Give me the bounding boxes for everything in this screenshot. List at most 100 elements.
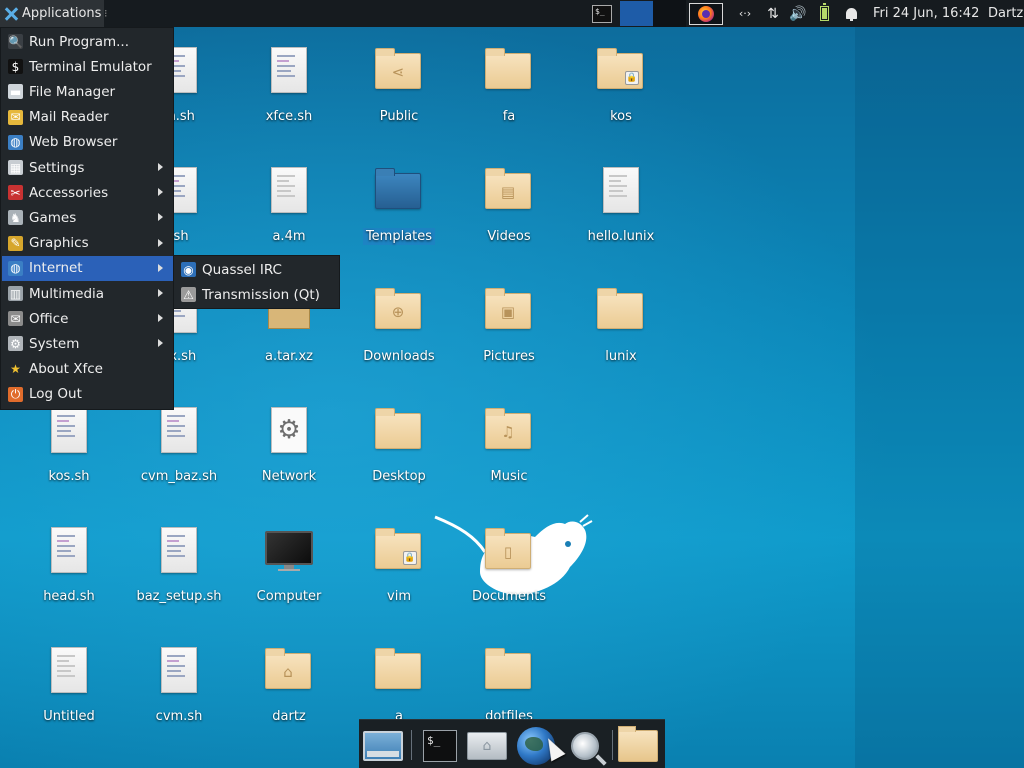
- desktop-icon[interactable]: cvm.sh: [124, 647, 234, 757]
- text-file-icon: [265, 167, 313, 215]
- desktop-icon[interactable]: ⌂ dartz: [234, 647, 344, 757]
- desktop-icon-label: Desktop: [372, 469, 426, 484]
- menu-item-office[interactable]: ✉ Office: [2, 306, 173, 331]
- menu-item-terminal-emulator[interactable]: $ Terminal Emulator: [2, 54, 173, 79]
- internet-submenu: ◉ Quassel IRC ⚠ Transmission (Qt): [173, 255, 340, 309]
- menu-item-label: Accessories: [29, 184, 109, 201]
- firefox-tray-button[interactable]: [688, 0, 724, 27]
- desktop-icon[interactable]: Templates: [344, 167, 454, 277]
- desktop-icon[interactable]: ⋖ Public: [344, 47, 454, 157]
- menu-item-about-xfce[interactable]: ★ About Xfce: [2, 357, 173, 382]
- show-desktop-icon: [363, 731, 403, 761]
- desktop-icon[interactable]: ▣ Pictures: [454, 287, 564, 397]
- submenu-item-quassel-irc[interactable]: ◉ Quassel IRC: [175, 257, 340, 282]
- menu-item-file-manager[interactable]: ▬ File Manager: [2, 79, 173, 104]
- user-menu[interactable]: Dartz: [988, 0, 1023, 27]
- desktop-icon-label: Computer: [256, 589, 322, 604]
- accessories-icon: ✂: [8, 185, 23, 201]
- network-activity-icon[interactable]: ⇅: [762, 0, 784, 27]
- globe-icon: ◍: [8, 134, 23, 150]
- dock-file-manager[interactable]: [618, 726, 658, 764]
- desktop-icon-label: Untitled: [43, 709, 95, 724]
- menu-item-label: Terminal Emulator: [29, 58, 152, 75]
- menu-item-run-program[interactable]: 🔍 Run Program...: [2, 29, 173, 54]
- desktop-icon-label: a.tar.xz: [265, 349, 313, 364]
- menu-item-label: Multimedia: [29, 285, 105, 302]
- menu-item-internet[interactable]: ◍ Internet: [2, 255, 173, 281]
- multimedia-icon: ▥: [8, 286, 23, 301]
- menu-item-mail-reader[interactable]: ✉ Mail Reader: [2, 105, 173, 130]
- internet-icon: ◍: [8, 260, 23, 276]
- script-file-icon: [45, 527, 93, 575]
- desktop-icon[interactable]: 🔒 kos: [566, 47, 676, 157]
- desktop-icon-label: Templates: [362, 228, 436, 245]
- menu-item-multimedia[interactable]: ▥ Multimedia: [2, 281, 173, 306]
- desktop-icon[interactable]: cvm_baz.sh: [124, 407, 234, 517]
- applications-menu-button[interactable]: Applications: [0, 0, 104, 27]
- desktop-icon[interactable]: fa: [454, 47, 564, 157]
- dock-app-finder[interactable]: [565, 728, 605, 764]
- text-file-icon: [597, 167, 645, 215]
- desktop-icon[interactable]: head.sh: [14, 527, 124, 637]
- desktop-icon-label: cvm_baz.sh: [140, 469, 218, 484]
- menu-item-system[interactable]: ⚙ System: [2, 331, 173, 356]
- desktop-icon[interactable]: 🔒 vim: [344, 527, 454, 637]
- menu-item-web-browser[interactable]: ◍ Web Browser: [2, 130, 173, 155]
- folder-icon: ▬: [8, 84, 23, 100]
- desktop-icon[interactable]: baz_setup.sh: [124, 527, 234, 637]
- home-folder-icon: ⌂: [467, 732, 507, 760]
- folder-icon: [597, 287, 645, 335]
- dock-terminal[interactable]: $_: [420, 728, 460, 764]
- desktop-icon[interactable]: ▯ Documents: [454, 527, 564, 637]
- folder-icon: [618, 726, 658, 762]
- menu-item-label: Mail Reader: [29, 109, 109, 126]
- desktop-icon[interactable]: kos.sh: [14, 407, 124, 517]
- menu-item-label: About Xfce: [29, 361, 103, 378]
- dock-show-desktop[interactable]: [363, 728, 403, 764]
- desktop-icon[interactable]: ▤ Videos: [454, 167, 564, 277]
- menu-item-label: Internet: [29, 260, 83, 277]
- dock-home-folder[interactable]: ⌂: [467, 728, 507, 764]
- desktop-icon-label: Videos: [487, 229, 531, 244]
- quassel-icon: ◉: [181, 262, 196, 277]
- menu-item-settings[interactable]: ▦ Settings: [2, 155, 173, 180]
- desktop-icon-label: a.4m: [272, 229, 306, 244]
- desktop-icon[interactable]: ⊕ Downloads: [344, 287, 454, 397]
- desktop-icon[interactable]: Untitled: [14, 647, 124, 757]
- desktop-icon[interactable]: Computer: [234, 527, 344, 637]
- submenu-arrow-icon: [158, 263, 163, 272]
- volume-icon[interactable]: 🔊: [787, 0, 809, 27]
- menu-item-log-out[interactable]: ⏻ Log Out: [2, 382, 173, 407]
- submenu-arrow-icon: [158, 188, 163, 197]
- folder-icon: [485, 47, 533, 95]
- menu-item-accessories[interactable]: ✂ Accessories: [2, 180, 173, 205]
- desktop-icon[interactable]: hello.lunix: [566, 167, 676, 277]
- desktop-icon[interactable]: lunix: [566, 287, 676, 397]
- menu-item-games[interactable]: ♞ Games: [2, 205, 173, 230]
- desktop-icon-label: baz_setup.sh: [136, 589, 222, 604]
- notification-bell-icon[interactable]: [840, 0, 862, 27]
- desktop-icon-label: Network: [261, 469, 317, 484]
- desktop-icon[interactable]: ♫ Music: [454, 407, 564, 517]
- desktop-icon-label: hello.lunix: [587, 229, 655, 244]
- submenu-arrow-icon: [158, 238, 163, 247]
- workspace-2-button[interactable]: [653, 0, 686, 27]
- submenu-item-transmission-qt[interactable]: ⚠ Transmission (Qt): [175, 282, 340, 307]
- menu-item-label: Office: [29, 310, 69, 327]
- desktop-icon[interactable]: xfce.sh: [234, 47, 344, 157]
- battery-icon[interactable]: [815, 0, 833, 27]
- submenu-arrow-icon: [158, 213, 163, 222]
- clock[interactable]: Fri 24 Jun, 16:42: [873, 0, 979, 27]
- network-indicator-icon[interactable]: ‹·›: [734, 0, 756, 27]
- workspace-1-button[interactable]: [620, 1, 653, 26]
- folder-icon: [485, 647, 533, 695]
- menu-item-graphics[interactable]: ✎ Graphics: [2, 231, 173, 256]
- desktop-icon[interactable]: Desktop: [344, 407, 454, 517]
- share-folder-icon: ⋖: [375, 47, 423, 95]
- system-icon: ⚙: [8, 336, 23, 352]
- picture-folder-icon: ▣: [485, 287, 533, 335]
- panel-terminal-launcher[interactable]: $_: [589, 0, 615, 27]
- menu-item-label: Run Program...: [29, 33, 130, 50]
- panel-handle[interactable]: ⁝: [104, 0, 110, 27]
- desktop-icon[interactable]: ⚙ Network: [234, 407, 344, 517]
